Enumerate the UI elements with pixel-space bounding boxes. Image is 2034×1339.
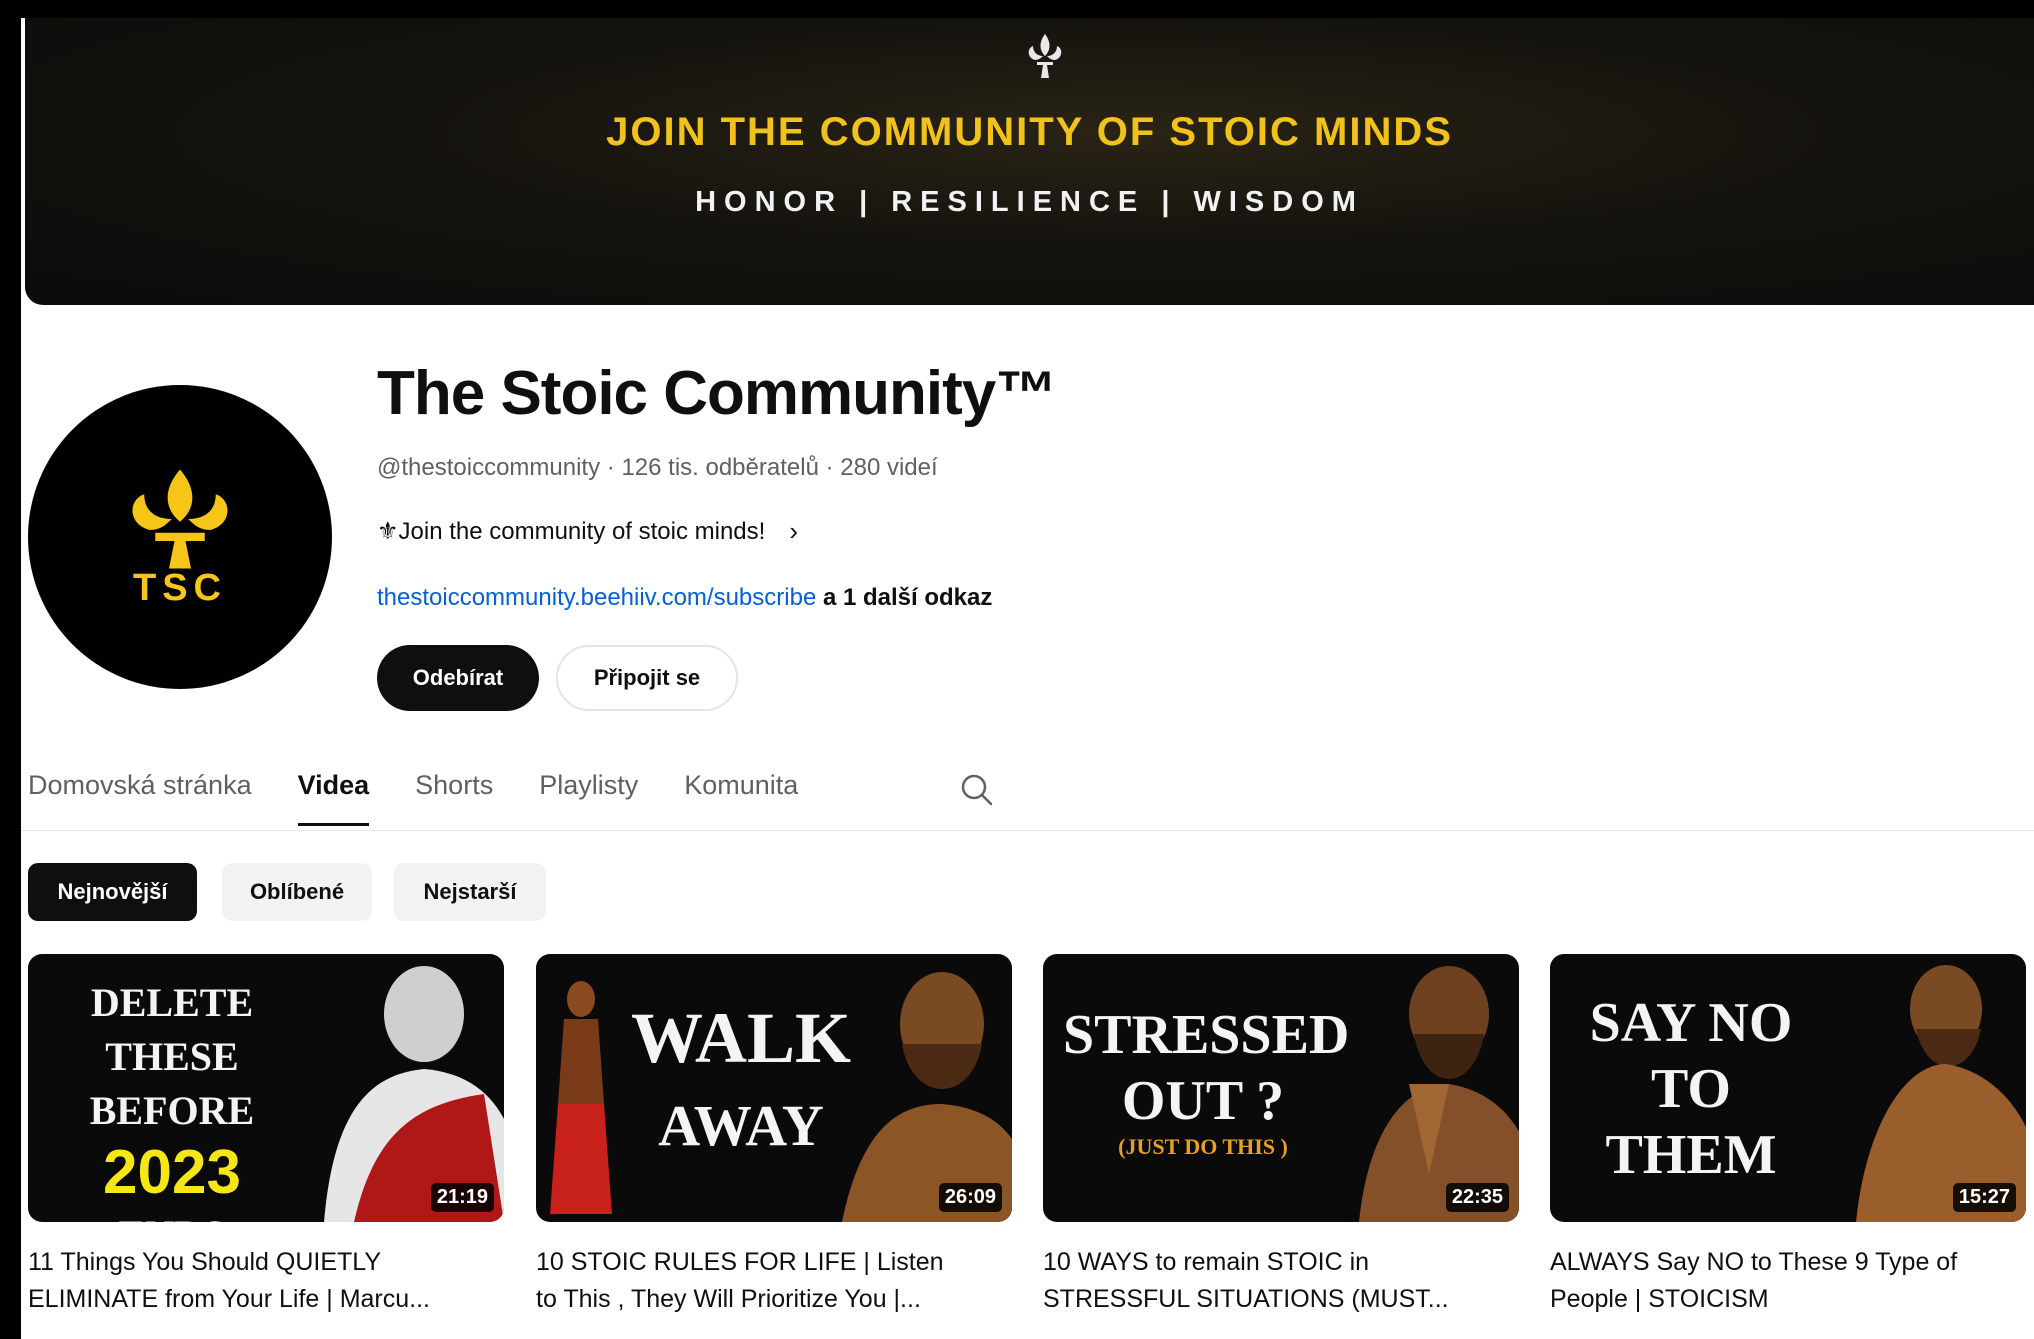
video-duration: 22:35 — [1445, 1183, 1509, 1212]
tab-playlists[interactable]: Playlisty — [539, 770, 638, 826]
subscriber-count: 126 tis. odběratelů — [621, 454, 819, 481]
figure-image — [550, 981, 612, 1214]
more-links[interactable]: a 1 další odkaz — [816, 584, 992, 611]
channel-name: The Stoic Community™ — [377, 359, 1057, 428]
chip-oldest[interactable]: Nejstarší — [394, 863, 546, 921]
video-title[interactable]: 11 Things You Should QUIETLY ELIMINATE f… — [28, 1244, 488, 1318]
channel-description[interactable]: ⚜Join the community of stoic minds! › — [377, 516, 798, 547]
channel-links: thestoiccommunity.beehiiv.com/subscribe … — [377, 584, 992, 612]
thumbnail-text: DELETE THESE BEFORE 2023 ENDS — [89, 980, 255, 1222]
video-card[interactable]: STRESSED OUT ? (JUST DO THIS ) 22:35 10 … — [1043, 954, 1519, 1318]
video-thumbnail[interactable]: STRESSED OUT ? (JUST DO THIS ) 22:35 — [1043, 954, 1519, 1222]
channel-page: JOIN THE COMMUNITY OF STOIC MINDS HONOR … — [21, 18, 2034, 1339]
meta-separator: · — [600, 454, 622, 481]
thumbnail-text: WALK AWAY — [630, 998, 852, 1158]
avatar-text: TSC — [133, 567, 227, 609]
subscribe-button[interactable]: Odebírat — [377, 645, 539, 711]
thumbnail-text: SAY NO TO THEM — [1589, 992, 1793, 1186]
statue-image — [324, 966, 504, 1222]
tabs-divider — [21, 830, 2034, 831]
banner-title: JOIN THE COMMUNITY OF STOIC MINDS — [606, 110, 1453, 154]
channel-tabs: Domovská stránka Videa Shorts Playlisty … — [28, 770, 844, 826]
statue-image — [1856, 965, 2026, 1222]
video-title[interactable]: ALWAYS Say NO to These 9 Type of People … — [1550, 1244, 2010, 1318]
video-thumbnail[interactable]: WALK AWAY 26:09 — [536, 954, 1012, 1222]
video-card[interactable]: DELETE THESE BEFORE 2023 ENDS 21:19 11 T… — [28, 954, 504, 1318]
video-duration: 21:19 — [430, 1183, 494, 1212]
chip-newest[interactable]: Nejnovější — [28, 863, 197, 921]
tab-videos[interactable]: Videa — [297, 770, 369, 826]
banner-subtitle: HONOR | RESILIENCE | WISDOM — [695, 186, 1364, 218]
channel-link[interactable]: thestoiccommunity.beehiiv.com/subscribe — [377, 584, 816, 611]
meta-separator: · — [818, 454, 841, 481]
video-card[interactable]: WALK AWAY 26:09 10 STOIC RULES FOR LIFE … — [536, 954, 1012, 1318]
tab-community[interactable]: Komunita — [684, 770, 798, 826]
channel-tagline: ⚜Join the community of stoic minds! — [377, 518, 766, 545]
video-thumbnail[interactable]: DELETE THESE BEFORE 2023 ENDS 21:19 — [28, 954, 504, 1222]
join-button[interactable]: Připojit se — [556, 645, 738, 711]
search-icon[interactable] — [957, 770, 997, 810]
tab-shorts[interactable]: Shorts — [415, 770, 493, 826]
video-title[interactable]: 10 WAYS to remain STOIC in STRESSFUL SIT… — [1043, 1244, 1503, 1318]
chevron-right-icon: › — [789, 516, 798, 546]
fleur-de-lis-icon — [1028, 34, 1062, 78]
video-title[interactable]: 10 STOIC RULES FOR LIFE | Listen to This… — [536, 1244, 996, 1318]
video-card[interactable]: SAY NO TO THEM 15:27 ALWAYS Say NO to Th… — [1550, 954, 2026, 1318]
channel-handle: @thestoiccommunity — [377, 454, 601, 481]
tab-home[interactable]: Domovská stránka — [28, 770, 252, 826]
chip-popular[interactable]: Oblíbené — [222, 863, 372, 921]
thumbnail-text: STRESSED OUT ? (JUST DO THIS ) — [1063, 1004, 1350, 1159]
video-duration: 26:09 — [938, 1183, 1002, 1212]
screen: JOIN THE COMMUNITY OF STOIC MINDS HONOR … — [0, 0, 2034, 1339]
channel-avatar[interactable]: TSC — [28, 385, 332, 689]
channel-meta: @thestoiccommunity · 126 tis. odběratelů… — [377, 454, 938, 482]
channel-banner: JOIN THE COMMUNITY OF STOIC MINDS HONOR … — [25, 18, 2034, 305]
video-thumbnail[interactable]: SAY NO TO THEM 15:27 — [1550, 954, 2026, 1222]
video-count: 280 videí — [840, 454, 938, 481]
fleur-de-lis-icon — [132, 469, 228, 569]
video-duration: 15:27 — [1952, 1183, 2016, 1212]
